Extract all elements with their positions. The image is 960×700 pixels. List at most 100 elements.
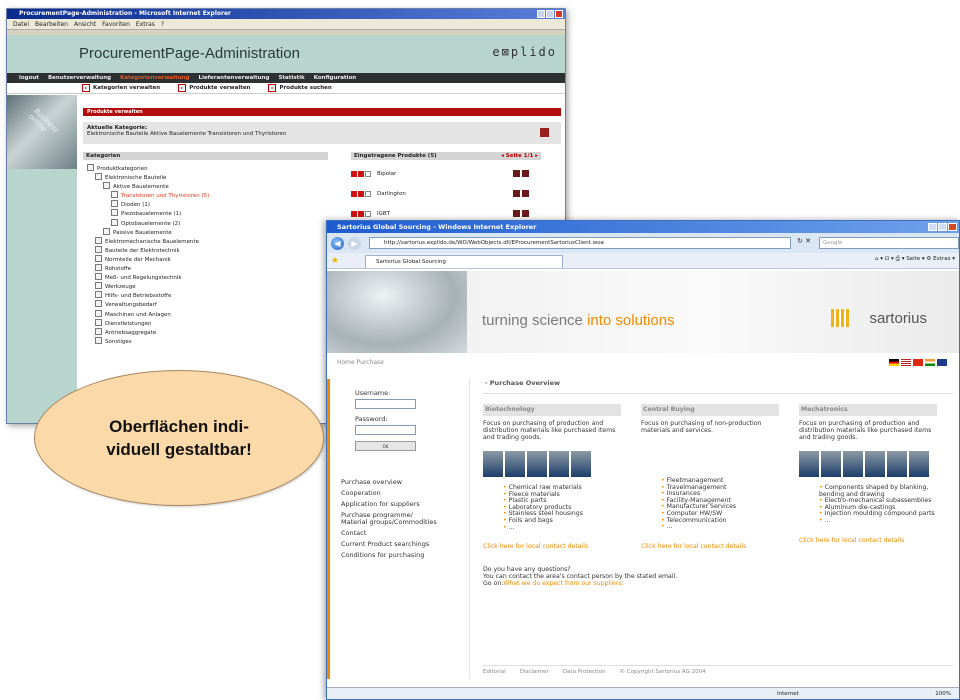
tree-item[interactable]: Sonstiges [87, 337, 327, 346]
minimize-button-2[interactable] [928, 223, 937, 231]
favorites-star-icon[interactable]: ★ [331, 256, 339, 266]
nav-link[interactable]: Contact [341, 528, 481, 539]
nav-benutzer[interactable]: Benutzerverwaltung [48, 75, 111, 81]
delete-icon[interactable] [522, 210, 529, 217]
tree-item[interactable]: Rohstoffe [87, 264, 327, 273]
menu-extras[interactable]: Extras [136, 19, 155, 29]
refresh-icon[interactable]: ↻ ✕ [797, 237, 811, 245]
move-icon[interactable] [351, 191, 357, 197]
ok-button[interactable]: OK [355, 441, 416, 451]
nav-link[interactable]: Application for suppliers [341, 499, 481, 510]
tree-item[interactable]: Elektronische Bauteile [87, 173, 327, 182]
tree-item[interactable]: Aktive Bauelemente [87, 182, 327, 191]
tree-item[interactable]: Transistoren und Thyristoren (5) [87, 191, 327, 200]
tree-item[interactable]: Normteile der Mechanik [87, 255, 327, 264]
product-photo [799, 451, 819, 477]
footer-disclaimer[interactable]: Disclaimer [520, 669, 549, 675]
nav-link[interactable]: Conditions for purchasing [341, 550, 481, 561]
search-input[interactable]: Google [819, 237, 959, 249]
move-icon[interactable] [351, 171, 357, 177]
pager[interactable]: ◂ Seite 1/1 ▸ [501, 152, 538, 160]
tree-item[interactable]: Elektromechanische Bauelemente [87, 237, 327, 246]
nav-kategorien[interactable]: Kategorienverwaltung [120, 75, 189, 81]
menu-bearbeiten[interactable]: Bearbeiten [35, 19, 68, 29]
flag-uk-icon[interactable] [937, 359, 947, 366]
tree-item[interactable]: Meß- und Regelungstechnik [87, 273, 327, 282]
flag-in-icon[interactable] [925, 359, 935, 366]
password-input[interactable] [355, 425, 416, 435]
subnav-produkte[interactable]: Produkte verwalten [178, 84, 250, 92]
edit-icon[interactable] [513, 210, 520, 217]
move-icon[interactable] [358, 211, 364, 217]
tree-item[interactable]: Dienstleistungen [87, 319, 327, 328]
menu-favoriten[interactable]: Favoriten [102, 19, 130, 29]
tree-item[interactable]: Werkzeuge [87, 282, 327, 291]
forward-icon[interactable]: ▶ [348, 236, 361, 250]
tree-item[interactable]: Bauteile der Elektrotechnik [87, 246, 327, 255]
tree-item[interactable]: Optobauelemente (2) [87, 219, 327, 228]
move-icon[interactable] [351, 211, 357, 217]
footer-editorial[interactable]: Editorial [483, 669, 506, 675]
contact-link[interactable]: Click here for local contact details [641, 543, 779, 550]
tab-sartorius[interactable]: Sartorius Global Sourcing [365, 255, 563, 268]
nav-konfiguration[interactable]: Konfiguration [314, 75, 356, 81]
tree-item[interactable]: Verwaltungsbedarf [87, 300, 327, 309]
command-bar[interactable]: ⌂ ▾ ⊡ ▾ ⎙ ▾ Seite ▾ ⚙ Extras ▾ [875, 256, 955, 263]
maximize-button-2[interactable] [938, 223, 947, 231]
back-icon[interactable]: ◀ [331, 236, 344, 250]
department-columns: Biotechnology Focus on purchasing of prod… [483, 404, 953, 550]
products-header-label: Eingetragene Produkte (5) [354, 153, 437, 159]
move-icon[interactable] [358, 171, 364, 177]
add-product-icon[interactable] [540, 128, 549, 137]
department-column: Biotechnology Focus on purchasing of prod… [483, 404, 621, 550]
nav-link[interactable]: Material groups/Commodities [341, 517, 481, 528]
purchase-overview: · Purchase Overview Biotechnology Focus o… [483, 379, 953, 587]
nav-logout[interactable]: logout [19, 75, 39, 81]
menu-datei[interactable]: Datei [13, 19, 29, 29]
column-description: Focus on purchasing of production and di… [799, 420, 932, 441]
tree-item[interactable]: Maschinen und Anlagen [87, 310, 327, 319]
menu-help[interactable]: ? [161, 19, 164, 29]
username-input[interactable] [355, 399, 416, 409]
product-name: IGBT [377, 211, 391, 217]
select-checkbox[interactable] [365, 191, 371, 197]
subnav-suchen[interactable]: Produkte suchen [268, 84, 331, 92]
tree-item[interactable]: Hilfs- und Betriebsstoffe [87, 291, 327, 300]
delete-icon[interactable] [522, 190, 529, 197]
flag-us-icon[interactable] [901, 359, 911, 366]
move-icon[interactable] [358, 191, 364, 197]
delete-icon[interactable] [522, 170, 529, 177]
page-footer: Editorial Disclaimer Data Protection © C… [483, 665, 953, 675]
app-title: ProcurementPage-Administration [79, 45, 300, 62]
select-checkbox[interactable] [365, 211, 371, 217]
tree-item[interactable]: Dioden (1) [87, 200, 327, 209]
edit-icon[interactable] [513, 170, 520, 177]
subnav-kategorien[interactable]: Kategorien verwalten [82, 84, 160, 92]
nav-link[interactable]: Purchase overview [341, 477, 481, 488]
flag-de-icon[interactable] [889, 359, 899, 366]
footer-data-protection[interactable]: Data Protection [563, 669, 606, 675]
minimize-button[interactable] [537, 10, 545, 18]
select-checkbox[interactable] [365, 171, 371, 177]
menu-ansicht[interactable]: Ansicht [74, 19, 96, 29]
tree-item[interactable]: Antriebsaggregate [87, 328, 327, 337]
tree-item[interactable]: Piezobauelemente (1) [87, 209, 327, 218]
close-button-2[interactable] [948, 223, 957, 231]
contact-link[interactable]: Click here for local contact details [799, 537, 937, 544]
zoom-level[interactable]: 100% [935, 688, 951, 699]
expectations-link[interactable]: What we do expect from our suppliers. [503, 580, 623, 587]
edit-icon[interactable] [513, 190, 520, 197]
url-field[interactable]: http://sartorius.explido.de/WO/WebObject… [369, 237, 791, 249]
nav-link[interactable]: Cooperation [341, 488, 481, 499]
nav-statistik[interactable]: Statistik [278, 75, 304, 81]
breadcrumb[interactable]: Home Purchase [337, 359, 384, 366]
column-heading: Biotechnology [483, 404, 621, 416]
tree-item[interactable]: Passive Bauelemente [87, 228, 327, 237]
tree-item[interactable]: Produktkategorien [87, 164, 327, 173]
maximize-button[interactable] [546, 10, 554, 18]
contact-link[interactable]: Click here for local contact details [483, 543, 621, 550]
nav-lieferanten[interactable]: Lieferantenverwaltung [198, 75, 269, 81]
close-button[interactable] [555, 10, 563, 18]
nav-link[interactable]: Current Product searchings [341, 539, 481, 550]
flag-cn-icon[interactable] [913, 359, 923, 366]
